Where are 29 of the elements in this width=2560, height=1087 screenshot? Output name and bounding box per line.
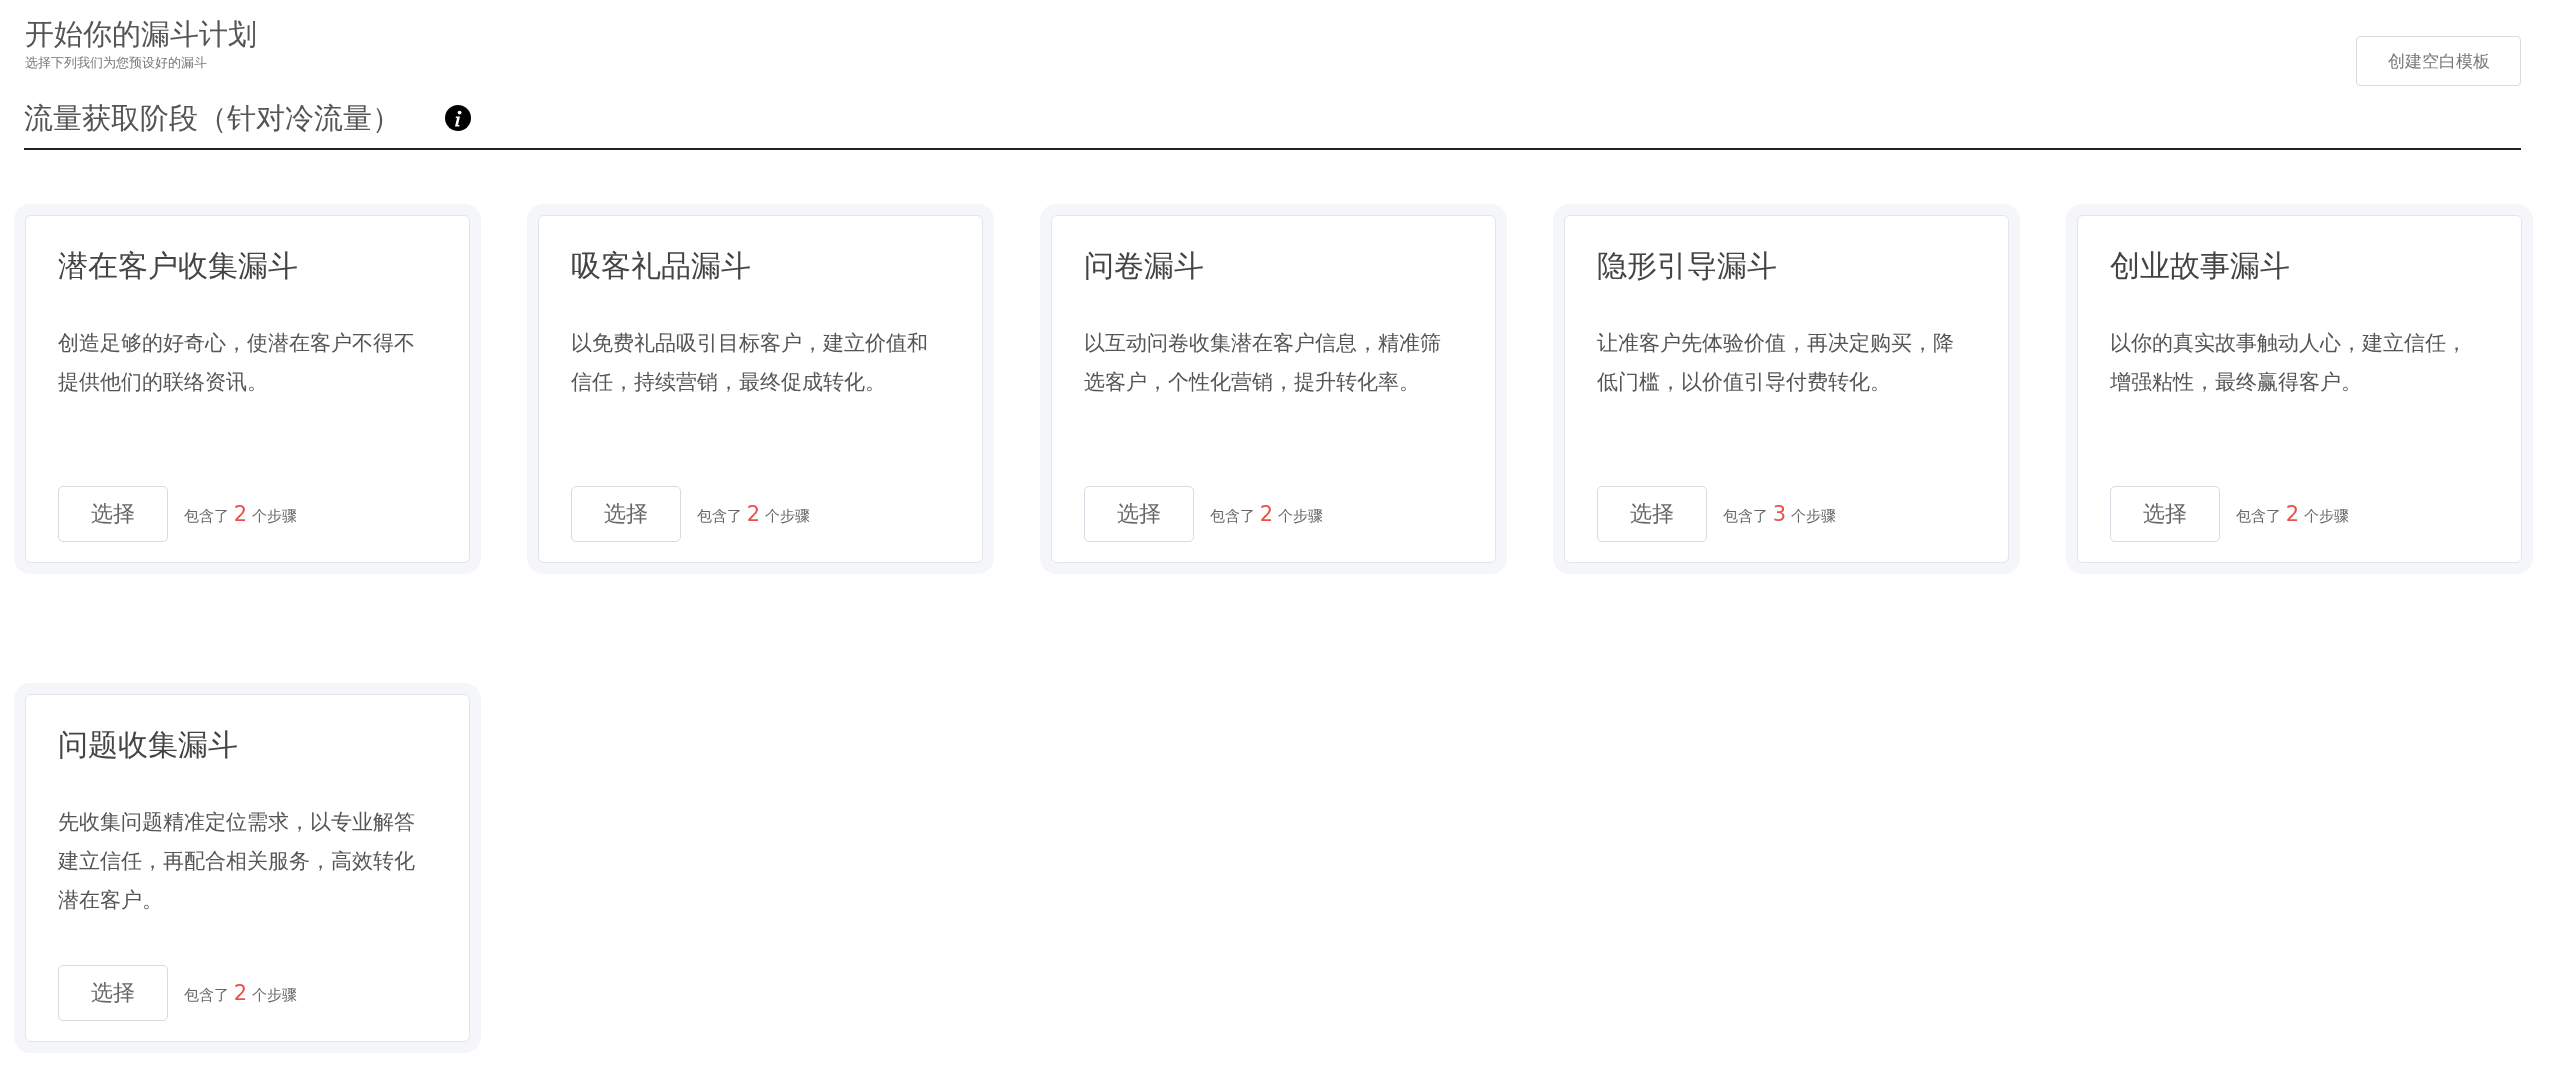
- card-description: 让准客户先体验价值，再决定购买，降低门槛，以价值引导付费转化。: [1597, 330, 1955, 396]
- card-description: 创造足够的好奇心，使潜在客户不得不提供他们的联络资讯。: [58, 330, 416, 396]
- select-button[interactable]: 选择: [1597, 486, 1707, 542]
- step-count-text: 包含了 3 个步骤: [1723, 502, 1836, 526]
- select-button[interactable]: 选择: [1084, 486, 1194, 542]
- select-button[interactable]: 选择: [2110, 486, 2220, 542]
- card-description: 以你的真实故事触动人心，建立信任，增强粘性，最终赢得客户。: [2110, 330, 2468, 396]
- card-title: 创业故事漏斗: [2110, 247, 2291, 285]
- create-blank-template-button[interactable]: 创建空白模板: [2356, 36, 2521, 86]
- card-description: 以互动问卷收集潜在客户信息，精准筛选客户，个性化营销，提升转化率。: [1084, 330, 1442, 396]
- select-button[interactable]: 选择: [58, 486, 168, 542]
- card-title: 问卷漏斗: [1084, 247, 1205, 285]
- step-count-text: 包含了 2 个步骤: [184, 981, 297, 1005]
- page-subtitle: 选择下列我们为您预设好的漏斗: [25, 54, 208, 72]
- card-title: 潜在客户收集漏斗: [58, 247, 299, 285]
- card-title: 问题收集漏斗: [58, 726, 239, 764]
- step-count-text: 包含了 2 个步骤: [697, 502, 810, 526]
- section-title: 流量获取阶段（针对冷流量）: [24, 100, 401, 137]
- card-title: 隐形引导漏斗: [1597, 247, 1778, 285]
- card-description: 以免费礼品吸引目标客户，建立价值和信任，持续营销，最终促成转化。: [571, 330, 929, 396]
- step-count-text: 包含了 2 个步骤: [184, 502, 297, 526]
- step-count-text: 包含了 2 个步骤: [2236, 502, 2349, 526]
- select-button[interactable]: 选择: [58, 965, 168, 1021]
- info-icon[interactable]: [445, 105, 471, 131]
- card-title: 吸客礼品漏斗: [571, 247, 752, 285]
- step-count-text: 包含了 2 个步骤: [1210, 502, 1323, 526]
- select-button[interactable]: 选择: [571, 486, 681, 542]
- card-description: 先收集问题精准定位需求，以专业解答建立信任，再配合相关服务，高效转化潜在客户。: [58, 809, 416, 914]
- page-title: 开始你的漏斗计划: [25, 16, 257, 53]
